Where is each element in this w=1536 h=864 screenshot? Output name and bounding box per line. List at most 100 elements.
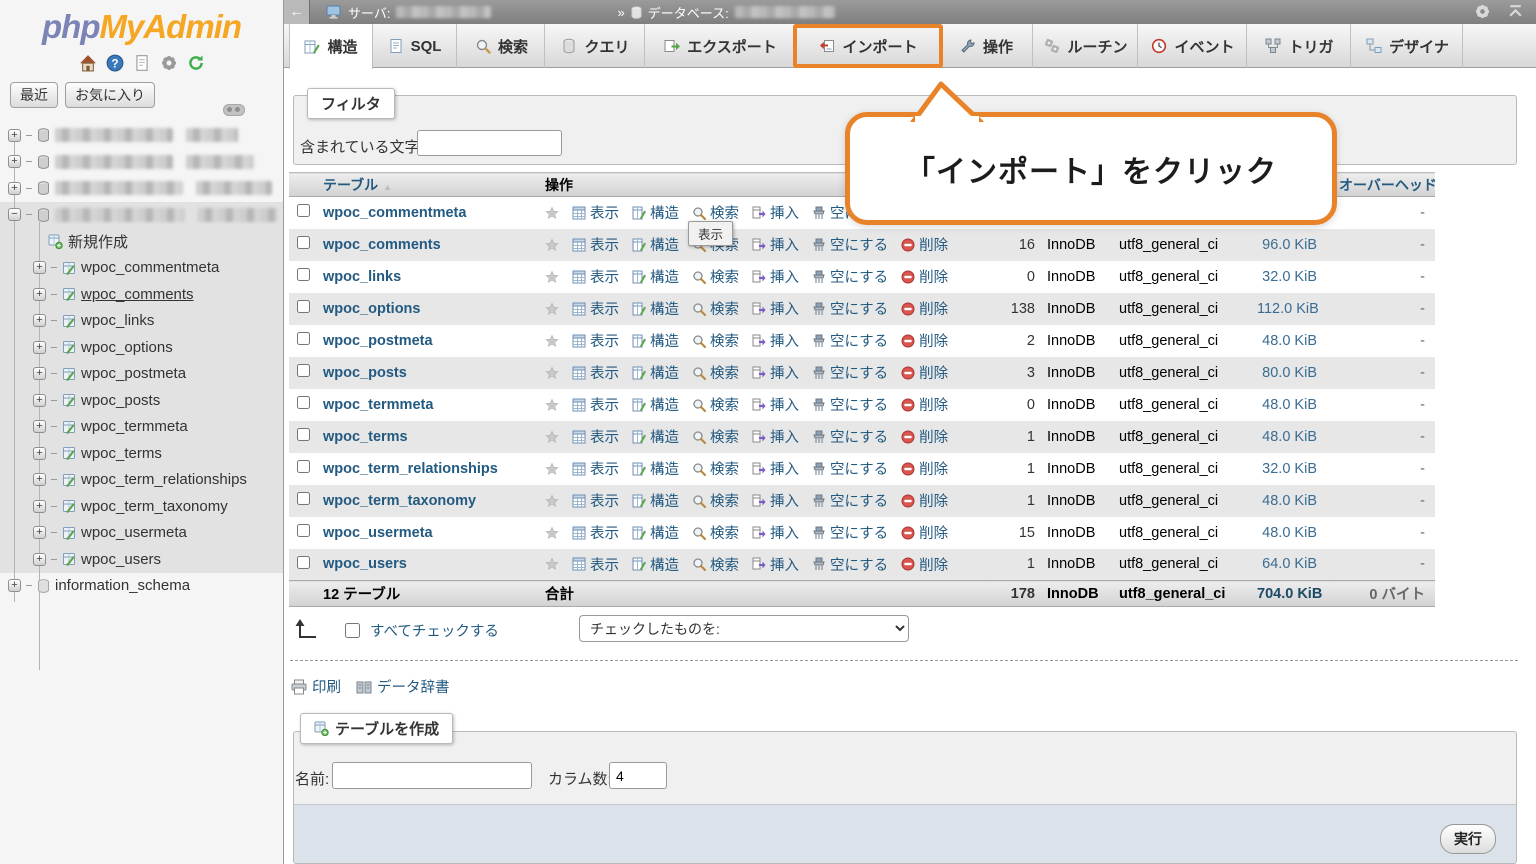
search-action[interactable]: 検索: [692, 266, 739, 287]
expand-icon[interactable]: +: [8, 155, 21, 168]
insert-action[interactable]: 挿入: [752, 234, 799, 255]
structure-action[interactable]: 構造: [632, 202, 679, 223]
page-settings-icon[interactable]: [1474, 3, 1491, 20]
browse-action[interactable]: 表示: [572, 330, 619, 351]
search-action[interactable]: 検索: [692, 394, 739, 415]
search-action[interactable]: 検索: [692, 554, 739, 575]
row-checkbox[interactable]: [297, 396, 310, 409]
collapse-icon[interactable]: −: [8, 208, 21, 221]
drop-action[interactable]: 削除: [901, 426, 948, 447]
expand-icon[interactable]: +: [8, 182, 21, 195]
row-checkbox[interactable]: [297, 524, 310, 537]
structure-action[interactable]: 構造: [632, 330, 679, 351]
structure-action[interactable]: 構造: [632, 490, 679, 511]
sidebar-table-item[interactable]: + wpoc_users: [0, 546, 283, 573]
browse-action[interactable]: 表示: [572, 554, 619, 575]
structure-action[interactable]: 構造: [632, 362, 679, 383]
drop-action[interactable]: 削除: [901, 554, 948, 575]
expand-icon[interactable]: +: [33, 314, 46, 327]
structure-action[interactable]: 構造: [632, 426, 679, 447]
sidebar-table-item[interactable]: + wpoc_terms: [0, 440, 283, 467]
favorite-star-icon[interactable]: [545, 366, 559, 380]
insert-action[interactable]: 挿入: [752, 362, 799, 383]
browse-action[interactable]: 表示: [572, 522, 619, 543]
insert-action[interactable]: 挿入: [752, 522, 799, 543]
sidebar-table-item[interactable]: + wpoc_postmeta: [0, 361, 283, 388]
insert-action[interactable]: 挿入: [752, 330, 799, 351]
print-link[interactable]: 印刷: [291, 676, 341, 697]
sidebar-table-link[interactable]: wpoc_links: [81, 312, 154, 329]
browse-action[interactable]: 表示: [572, 458, 619, 479]
tab-events[interactable]: イベント: [1140, 24, 1247, 68]
search-action[interactable]: 検索: [692, 362, 739, 383]
tab-triggers[interactable]: トリガ: [1249, 24, 1351, 68]
favorite-star-icon[interactable]: [545, 462, 559, 476]
expand-icon[interactable]: +: [8, 579, 21, 592]
row-checkbox[interactable]: [297, 332, 310, 345]
empty-action[interactable]: 空にする: [812, 522, 888, 543]
browse-action[interactable]: 表示: [572, 490, 619, 511]
table-name-input[interactable]: [332, 762, 532, 789]
database-item-expanded[interactable]: −: [0, 202, 283, 229]
refresh-icon[interactable]: [187, 54, 205, 72]
expand-icon[interactable]: +: [33, 473, 46, 486]
sidebar-table-item[interactable]: + wpoc_comments: [0, 281, 283, 308]
row-checkbox[interactable]: [297, 492, 310, 505]
table-name-link[interactable]: wpoc_postmeta: [323, 333, 433, 349]
sort-by-table-header[interactable]: テーブル: [323, 177, 378, 193]
expand-icon[interactable]: +: [33, 447, 46, 460]
go-button[interactable]: 実行: [1440, 824, 1496, 854]
sidebar-table-link[interactable]: wpoc_posts: [81, 392, 160, 409]
table-name-link[interactable]: wpoc_commentmeta: [323, 205, 466, 221]
favorite-star-icon[interactable]: [545, 334, 559, 348]
insert-action[interactable]: 挿入: [752, 554, 799, 575]
database-item-blurred[interactable]: +: [0, 122, 283, 149]
search-action[interactable]: 検索: [692, 490, 739, 511]
structure-action[interactable]: 構造: [632, 522, 679, 543]
information-schema-link[interactable]: information_schema: [55, 577, 190, 594]
search-action[interactable]: 検索: [692, 330, 739, 351]
empty-action[interactable]: 空にする: [812, 362, 888, 383]
tab-routines[interactable]: ルーチン: [1035, 24, 1138, 68]
empty-action[interactable]: 空にする: [812, 554, 888, 575]
drop-action[interactable]: 削除: [901, 298, 948, 319]
empty-action[interactable]: 空にする: [812, 330, 888, 351]
sidebar-table-link[interactable]: wpoc_options: [81, 339, 173, 356]
browse-action[interactable]: 表示: [572, 266, 619, 287]
table-name-link[interactable]: wpoc_usermeta: [323, 525, 433, 541]
sidebar-table-item[interactable]: + wpoc_term_taxonomy: [0, 493, 283, 520]
sidebar-table-link[interactable]: wpoc_users: [81, 551, 161, 568]
favorite-star-icon[interactable]: [545, 270, 559, 284]
sidebar-table-link[interactable]: wpoc_postmeta: [81, 365, 186, 382]
expand-icon[interactable]: +: [33, 341, 46, 354]
row-checkbox[interactable]: [297, 236, 310, 249]
browse-action[interactable]: 表示: [572, 202, 619, 223]
back-button[interactable]: ←: [284, 0, 310, 24]
row-checkbox[interactable]: [297, 204, 310, 217]
sidebar-table-item[interactable]: + wpoc_posts: [0, 387, 283, 414]
database-item-blurred[interactable]: +: [0, 175, 283, 202]
favorite-star-icon[interactable]: [545, 398, 559, 412]
sidebar-new-table[interactable]: 新規作成: [0, 228, 283, 255]
data-dictionary-link[interactable]: データ辞書: [356, 676, 450, 697]
drop-action[interactable]: 削除: [901, 362, 948, 383]
structure-action[interactable]: 構造: [632, 266, 679, 287]
browse-action[interactable]: 表示: [572, 234, 619, 255]
tab-search[interactable]: 検索: [459, 24, 545, 68]
tab-sql[interactable]: SQL: [373, 24, 457, 68]
table-name-link[interactable]: wpoc_terms: [323, 429, 408, 445]
search-action[interactable]: 検索: [692, 522, 739, 543]
table-name-link[interactable]: wpoc_comments: [323, 237, 441, 253]
new-table-link[interactable]: 新規作成: [68, 231, 128, 252]
collapse-top-icon[interactable]: [1507, 3, 1524, 20]
sidebar-table-item[interactable]: + wpoc_usermeta: [0, 520, 283, 547]
drop-action[interactable]: 削除: [901, 490, 948, 511]
row-checkbox[interactable]: [297, 460, 310, 473]
table-name-link[interactable]: wpoc_term_relationships: [323, 461, 498, 477]
expand-icon[interactable]: +: [33, 367, 46, 380]
empty-action[interactable]: 空にする: [812, 394, 888, 415]
sidebar-table-item[interactable]: + wpoc_options: [0, 334, 283, 361]
favorite-star-icon[interactable]: [545, 526, 559, 540]
insert-action[interactable]: 挿入: [752, 490, 799, 511]
phpmyadmin-logo[interactable]: phpMyAdmin: [0, 0, 283, 46]
